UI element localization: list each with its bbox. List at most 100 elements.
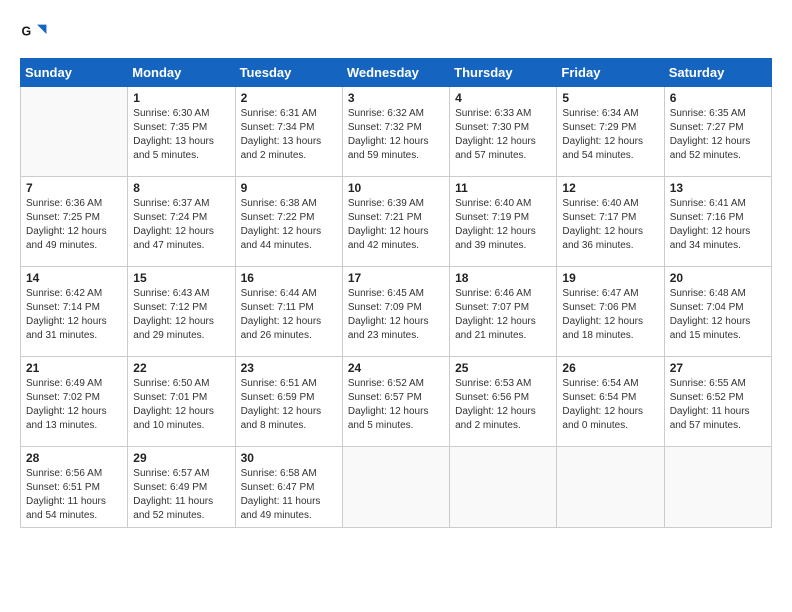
- calendar-table: SundayMondayTuesdayWednesdayThursdayFrid…: [20, 58, 772, 528]
- day-number: 17: [348, 271, 444, 285]
- day-info: Sunrise: 6:45 AM Sunset: 7:09 PM Dayligh…: [348, 287, 444, 343]
- day-info: Sunrise: 6:47 AM Sunset: 7:06 PM Dayligh…: [562, 287, 658, 343]
- day-info: Sunrise: 6:32 AM Sunset: 7:32 PM Dayligh…: [348, 107, 444, 163]
- day-number: 25: [455, 361, 551, 375]
- week-row-4: 21 Sunrise: 6:49 AM Sunset: 7:02 PM Dayli…: [21, 357, 772, 447]
- day-number: 27: [670, 361, 766, 375]
- calendar-cell: 8 Sunrise: 6:37 AM Sunset: 7:24 PM Daylig…: [128, 177, 235, 267]
- day-header-friday: Friday: [557, 59, 664, 87]
- day-number: 21: [26, 361, 122, 375]
- calendar-cell: 13 Sunrise: 6:41 AM Sunset: 7:16 PM Dayli…: [664, 177, 771, 267]
- calendar-cell: 29 Sunrise: 6:57 AM Sunset: 6:49 PM Dayli…: [128, 447, 235, 528]
- calendar-cell: 10 Sunrise: 6:39 AM Sunset: 7:21 PM Dayli…: [342, 177, 449, 267]
- day-info: Sunrise: 6:55 AM Sunset: 6:52 PM Dayligh…: [670, 377, 766, 433]
- calendar-body: 1 Sunrise: 6:30 AM Sunset: 7:35 PM Daylig…: [21, 87, 772, 528]
- day-info: Sunrise: 6:48 AM Sunset: 7:04 PM Dayligh…: [670, 287, 766, 343]
- day-number: 14: [26, 271, 122, 285]
- calendar-cell: 12 Sunrise: 6:40 AM Sunset: 7:17 PM Dayli…: [557, 177, 664, 267]
- day-info: Sunrise: 6:41 AM Sunset: 7:16 PM Dayligh…: [670, 197, 766, 253]
- week-row-5: 28Sunrise: 6:56 AM Sunset: 6:51 PM Dayli…: [21, 447, 772, 528]
- day-info: Sunrise: 6:33 AM Sunset: 7:30 PM Dayligh…: [455, 107, 551, 163]
- day-header-saturday: Saturday: [664, 59, 771, 87]
- calendar-cell: 18Sunrise: 6:46 AM Sunset: 7:07 PM Dayli…: [450, 267, 557, 357]
- days-header-row: SundayMondayTuesdayWednesdayThursdayFrid…: [21, 59, 772, 87]
- logo-icon: G: [20, 20, 48, 48]
- day-info: Sunrise: 6:49 AM Sunset: 7:02 PM Dayligh…: [26, 377, 122, 433]
- day-info: Sunrise: 6:39 AM Sunset: 7:21 PM Dayligh…: [348, 197, 444, 253]
- day-header-tuesday: Tuesday: [235, 59, 342, 87]
- calendar-cell: 9Sunrise: 6:38 AM Sunset: 7:22 PM Daylig…: [235, 177, 342, 267]
- day-header-thursday: Thursday: [450, 59, 557, 87]
- day-number: 26: [562, 361, 658, 375]
- day-info: Sunrise: 6:34 AM Sunset: 7:29 PM Dayligh…: [562, 107, 658, 163]
- calendar-cell: 20 Sunrise: 6:48 AM Sunset: 7:04 PM Dayli…: [664, 267, 771, 357]
- calendar-cell: 14 Sunrise: 6:42 AM Sunset: 7:14 PM Dayli…: [21, 267, 128, 357]
- calendar-cell: 24Sunrise: 6:52 AM Sunset: 6:57 PM Dayli…: [342, 357, 449, 447]
- calendar-cell: [342, 447, 449, 528]
- day-number: 20: [670, 271, 766, 285]
- day-info: Sunrise: 6:52 AM Sunset: 6:57 PM Dayligh…: [348, 377, 444, 433]
- day-info: Sunrise: 6:44 AM Sunset: 7:11 PM Dayligh…: [241, 287, 337, 343]
- day-header-wednesday: Wednesday: [342, 59, 449, 87]
- day-info: Sunrise: 6:31 AM Sunset: 7:34 PM Dayligh…: [241, 107, 337, 163]
- calendar-cell: 1 Sunrise: 6:30 AM Sunset: 7:35 PM Daylig…: [128, 87, 235, 177]
- day-number: 4: [455, 91, 551, 105]
- week-row-1: 1 Sunrise: 6:30 AM Sunset: 7:35 PM Daylig…: [21, 87, 772, 177]
- day-info: Sunrise: 6:51 AM Sunset: 6:59 PM Dayligh…: [241, 377, 337, 433]
- day-info: Sunrise: 6:40 AM Sunset: 7:17 PM Dayligh…: [562, 197, 658, 253]
- day-info: Sunrise: 6:57 AM Sunset: 6:49 PM Dayligh…: [133, 467, 229, 523]
- day-info: Sunrise: 6:43 AM Sunset: 7:12 PM Dayligh…: [133, 287, 229, 343]
- calendar-cell: 5 Sunrise: 6:34 AM Sunset: 7:29 PM Daylig…: [557, 87, 664, 177]
- calendar-cell: 21 Sunrise: 6:49 AM Sunset: 7:02 PM Dayli…: [21, 357, 128, 447]
- calendar-cell: [21, 87, 128, 177]
- calendar-cell: 11Sunrise: 6:40 AM Sunset: 7:19 PM Dayli…: [450, 177, 557, 267]
- day-number: 28: [26, 451, 122, 465]
- calendar-cell: 22 Sunrise: 6:50 AM Sunset: 7:01 PM Dayli…: [128, 357, 235, 447]
- calendar-cell: 27 Sunrise: 6:55 AM Sunset: 6:52 PM Dayli…: [664, 357, 771, 447]
- day-info: Sunrise: 6:30 AM Sunset: 7:35 PM Dayligh…: [133, 107, 229, 163]
- day-info: Sunrise: 6:38 AM Sunset: 7:22 PM Dayligh…: [241, 197, 337, 253]
- day-number: 15: [133, 271, 229, 285]
- calendar-cell: 4 Sunrise: 6:33 AM Sunset: 7:30 PM Daylig…: [450, 87, 557, 177]
- day-header-monday: Monday: [128, 59, 235, 87]
- calendar-cell: 25 Sunrise: 6:53 AM Sunset: 6:56 PM Dayli…: [450, 357, 557, 447]
- day-number: 22: [133, 361, 229, 375]
- day-number: 13: [670, 181, 766, 195]
- calendar-cell: 17 Sunrise: 6:45 AM Sunset: 7:09 PM Dayli…: [342, 267, 449, 357]
- day-info: Sunrise: 6:36 AM Sunset: 7:25 PM Dayligh…: [26, 197, 122, 253]
- day-number: 3: [348, 91, 444, 105]
- day-number: 6: [670, 91, 766, 105]
- calendar-cell: [450, 447, 557, 528]
- day-number: 12: [562, 181, 658, 195]
- day-info: Sunrise: 6:58 AM Sunset: 6:47 PM Dayligh…: [241, 467, 337, 523]
- week-row-2: 7Sunrise: 6:36 AM Sunset: 7:25 PM Daylig…: [21, 177, 772, 267]
- calendar-cell: 2 Sunrise: 6:31 AM Sunset: 7:34 PM Daylig…: [235, 87, 342, 177]
- day-number: 23: [241, 361, 337, 375]
- svg-text:G: G: [22, 25, 32, 39]
- day-number: 5: [562, 91, 658, 105]
- day-info: Sunrise: 6:42 AM Sunset: 7:14 PM Dayligh…: [26, 287, 122, 343]
- day-number: 8: [133, 181, 229, 195]
- day-info: Sunrise: 6:50 AM Sunset: 7:01 PM Dayligh…: [133, 377, 229, 433]
- calendar-cell: 26Sunrise: 6:54 AM Sunset: 6:54 PM Dayli…: [557, 357, 664, 447]
- day-info: Sunrise: 6:53 AM Sunset: 6:56 PM Dayligh…: [455, 377, 551, 433]
- calendar-cell: 6 Sunrise: 6:35 AM Sunset: 7:27 PM Daylig…: [664, 87, 771, 177]
- day-number: 2: [241, 91, 337, 105]
- day-info: Sunrise: 6:46 AM Sunset: 7:07 PM Dayligh…: [455, 287, 551, 343]
- day-info: Sunrise: 6:40 AM Sunset: 7:19 PM Dayligh…: [455, 197, 551, 253]
- calendar-cell: 3 Sunrise: 6:32 AM Sunset: 7:32 PM Daylig…: [342, 87, 449, 177]
- calendar-cell: 16 Sunrise: 6:44 AM Sunset: 7:11 PM Dayli…: [235, 267, 342, 357]
- week-row-3: 14 Sunrise: 6:42 AM Sunset: 7:14 PM Dayli…: [21, 267, 772, 357]
- calendar-cell: 23 Sunrise: 6:51 AM Sunset: 6:59 PM Dayli…: [235, 357, 342, 447]
- day-number: 29: [133, 451, 229, 465]
- day-info: Sunrise: 6:37 AM Sunset: 7:24 PM Dayligh…: [133, 197, 229, 253]
- day-number: 16: [241, 271, 337, 285]
- day-number: 1: [133, 91, 229, 105]
- calendar-cell: 19Sunrise: 6:47 AM Sunset: 7:06 PM Dayli…: [557, 267, 664, 357]
- calendar-cell: [664, 447, 771, 528]
- calendar-cell: 7Sunrise: 6:36 AM Sunset: 7:25 PM Daylig…: [21, 177, 128, 267]
- day-info: Sunrise: 6:35 AM Sunset: 7:27 PM Dayligh…: [670, 107, 766, 163]
- page-header: G: [20, 20, 772, 48]
- day-number: 30: [241, 451, 337, 465]
- day-number: 10: [348, 181, 444, 195]
